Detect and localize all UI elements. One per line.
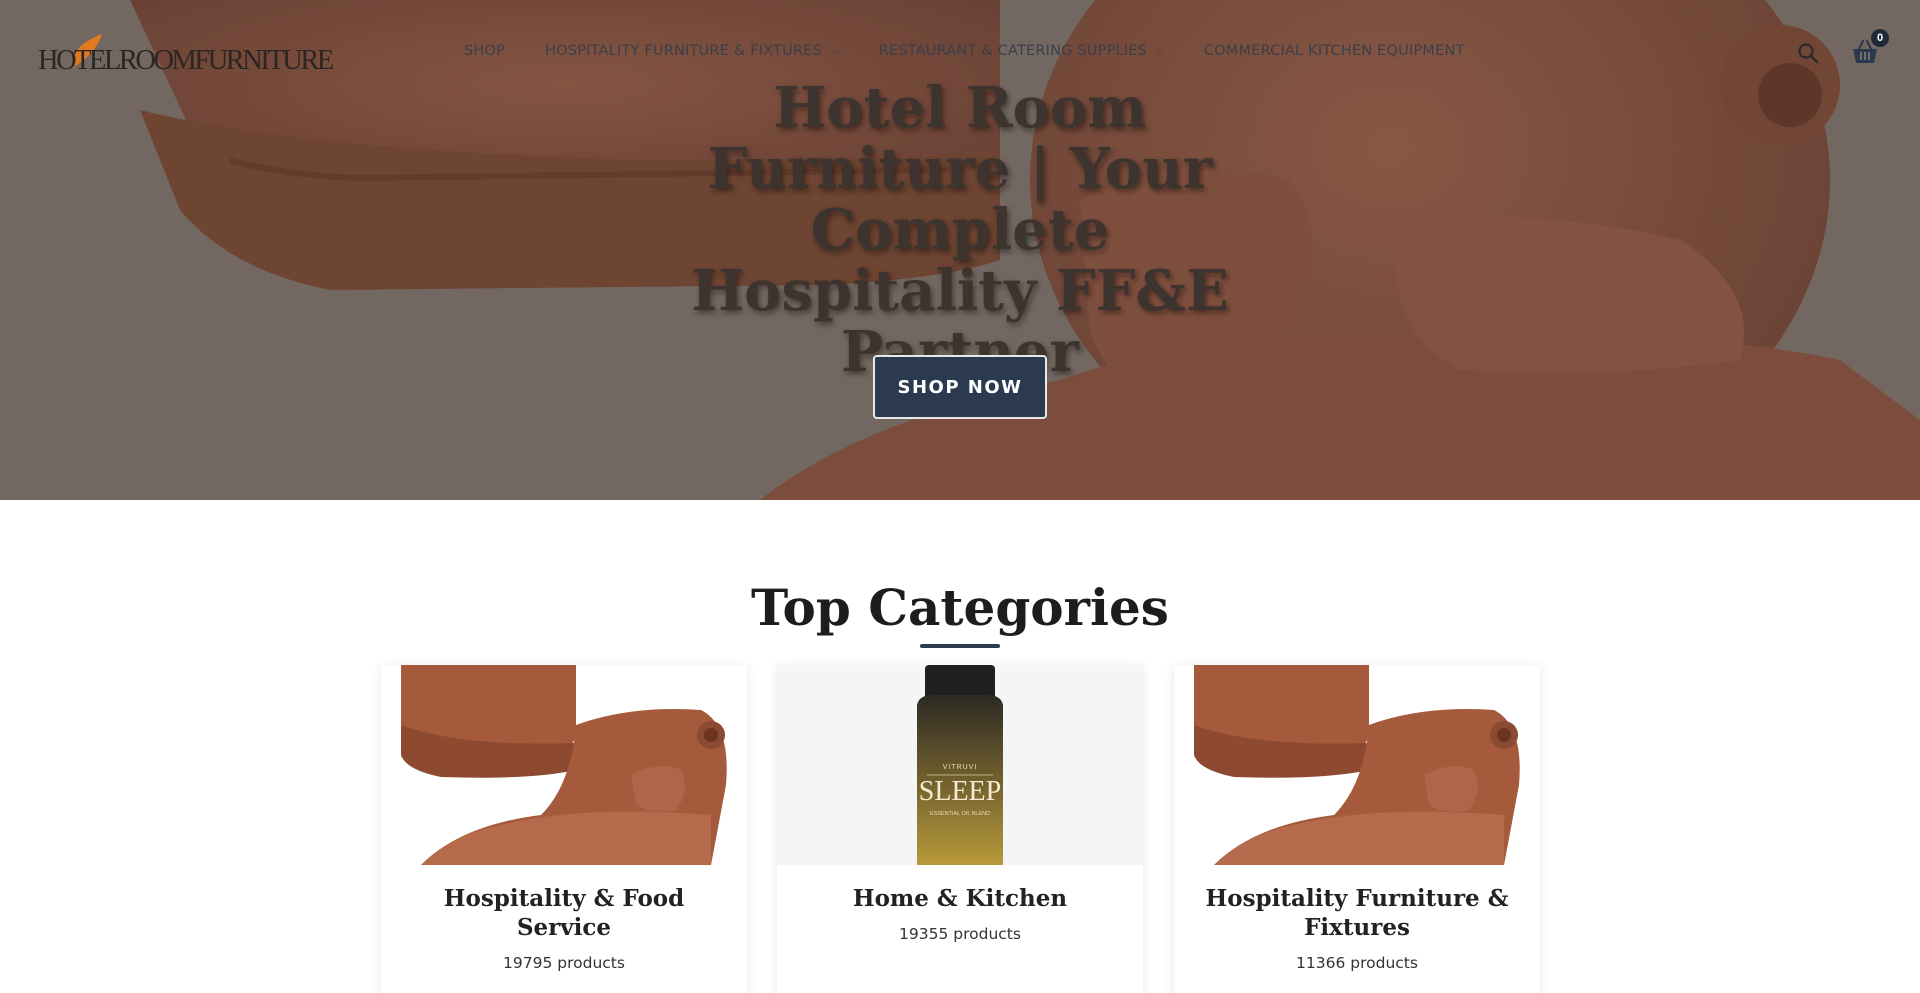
title-underline [920,644,1000,648]
nav-label: SHOP [464,43,506,59]
bottle-sub-label: ESSENTIAL OIL BLEND [930,811,990,817]
logo-text: HOTELROOMFURNITURE [38,44,334,76]
category-image [1174,665,1540,865]
category-card[interactable]: Hospitality & Food Service 19795 product… [381,665,747,993]
category-product-count: 19355 products [899,925,1021,943]
category-name: Hospitality & Food Service [443,885,685,941]
bottle-brand-label: VITRUVI [943,764,978,771]
category-product-count: 19795 products [503,954,625,972]
nav-label: COMMERCIAL KITCHEN EQUIPMENT [1203,43,1465,59]
category-image [381,665,747,865]
nav-item-restaurant-supplies[interactable]: RESTAURANT & CATERING SUPPLIES ⌵ [879,43,1164,59]
section-title-top-categories: Top Categories [751,578,1169,637]
nav-item-shop[interactable]: SHOP [464,43,505,59]
essential-oil-bottle-image: VITRUVI SLEEP ESSENTIAL OIL BLEND [777,665,1143,865]
chevron-down-icon: ⌵ [830,45,839,57]
cart-count-badge: 0 [1871,29,1889,47]
site-logo[interactable]: HOTELROOMFURNITURE [38,30,334,80]
hero-title: Hotel Room Furniture | Your Complete Hos… [691,75,1229,385]
category-name: Home & Kitchen [852,885,1068,912]
shop-now-button[interactable]: SHOP NOW [873,355,1047,419]
category-grid: Hospitality & Food Service 19795 product… [381,665,1541,993]
category-card[interactable]: VITRUVI SLEEP ESSENTIAL OIL BLEND Home &… [777,665,1143,993]
category-card[interactable]: Hospitality Furniture & Fixtures 11366 p… [1174,665,1540,993]
category-image: VITRUVI SLEEP ESSENTIAL OIL BLEND [777,665,1143,865]
nav-label: HOSPITALITY FURNITURE & FIXTURES [545,43,822,59]
bottle-name-label: SLEEP [919,776,1001,807]
chevron-down-icon: ⌵ [1156,45,1164,57]
category-product-count: 11366 products [1296,954,1418,972]
search-icon[interactable] [1797,42,1819,64]
main-nav: SHOP HOSPITALITY FURNITURE & FIXTURES ⌵ … [464,43,1505,59]
hero-banner: HOTELROOMFURNITURE SHOP HOSPITALITY FURN… [0,0,1920,500]
nav-item-kitchen-equipment[interactable]: COMMERCIAL KITCHEN EQUIPMENT [1204,43,1465,59]
plush-chair-image [1174,665,1540,865]
category-name: Hospitality Furniture & Fixtures [1205,885,1509,941]
nav-item-hospitality-furniture[interactable]: HOSPITALITY FURNITURE & FIXTURES ⌵ [545,43,839,59]
plush-chair-image [381,665,747,865]
nav-label: RESTAURANT & CATERING SUPPLIES [878,43,1148,59]
